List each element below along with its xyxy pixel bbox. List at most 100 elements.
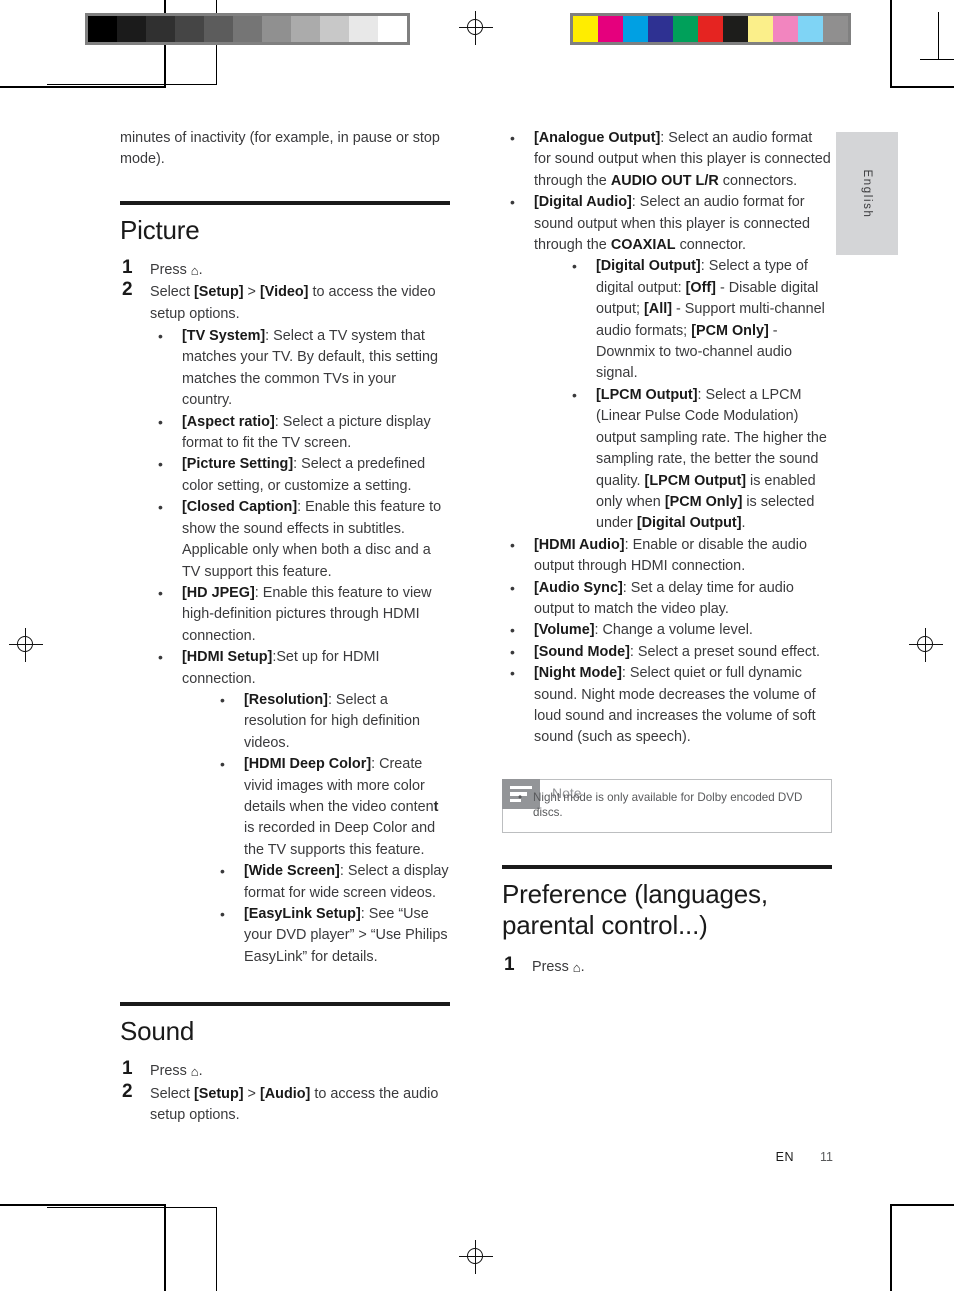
- step-text: Press ⌂.: [150, 1063, 203, 1080]
- page-number: 11: [820, 1150, 833, 1164]
- step-number: 1: [122, 1058, 133, 1080]
- list-item: • [Analogue Output]: Select an audio for…: [502, 128, 832, 192]
- page-title-picture: Picture: [120, 214, 200, 245]
- page-title-preference: Preference (languages, parental control.…: [502, 878, 768, 940]
- step-text: Press ⌂.: [532, 958, 585, 975]
- list-item: • [HDMI Deep Color]: Create vivid images…: [212, 754, 450, 861]
- step-text: Select [Setup] > [Audio] to access the a…: [150, 1085, 439, 1124]
- steps-picture: 1 Press ⌂. 2 Select [Setup] > [Video] to…: [120, 256, 450, 325]
- bullet-dot: •: [510, 665, 515, 682]
- option-term: [Analogue Output]: [534, 130, 661, 146]
- option-term: [Night Mode]: [534, 665, 622, 682]
- connector-label: COAXIAL: [610, 237, 676, 254]
- step-item: 1 Press ⌂.: [120, 256, 450, 281]
- option-desc-glyph: t: [433, 798, 439, 815]
- steps-preference: 1 Press ⌂.: [502, 953, 832, 978]
- language-side-tab: English: [836, 132, 898, 255]
- option-term: [LPCM Output]: [596, 386, 698, 403]
- bullet-dot: •: [572, 386, 577, 403]
- list-item: • [Aspect ratio]: Select a picture displ…: [150, 412, 450, 455]
- option-term: [TV System]: [182, 328, 266, 345]
- step-item: 2 Select [Setup] > [Audio] to access the…: [120, 1080, 450, 1127]
- option-term: [Audio Sync]: [534, 579, 623, 596]
- bullet-dot: •: [510, 194, 515, 211]
- note-list: • Night mode is only available for Dolby …: [515, 790, 819, 820]
- list-item: • [Resolution]: Select a resolution for …: [212, 690, 450, 754]
- bullet-dot: •: [220, 756, 225, 773]
- list-item: • [Night Mode]: Select quiet or full dyn…: [502, 663, 832, 749]
- right-column: • [Analogue Output]: Select an audio for…: [502, 128, 832, 979]
- option-desc: : Select a preset sound effect.: [629, 643, 821, 660]
- locale-code: EN: [775, 1150, 795, 1164]
- step-item: 1 Press ⌂.: [120, 1058, 450, 1082]
- option-desc: : Select a LPCM (Linear Pulse Code Modul…: [596, 386, 827, 532]
- section-sound: Sound 1 Press ⌂. 2 Select [Setup] > [Aud…: [120, 1002, 450, 1126]
- list-item: • [TV System]: Select a TV system that m…: [150, 326, 450, 412]
- option-term: [Closed Caption]: [182, 499, 298, 516]
- home-icon: ⌂: [190, 1064, 199, 1080]
- page-title-sound: Sound: [120, 1016, 195, 1047]
- bullet-dot: •: [220, 691, 225, 708]
- section-rule: [502, 864, 832, 869]
- option-term: [Digital Audio]: [534, 194, 632, 211]
- bullet-dot: •: [158, 649, 163, 666]
- bullet-dot: •: [518, 790, 523, 804]
- list-item: • [Sound Mode]: Select a preset sound ef…: [502, 642, 832, 663]
- section-preference: Preference (languages, parental control.…: [502, 864, 832, 978]
- bullet-dot: •: [510, 622, 515, 639]
- list-item: • [HDMI Audio]: Enable or disable the au…: [502, 535, 832, 578]
- language-side-tab-label: English: [861, 169, 873, 218]
- section-picture: Picture 1 Press ⌂. 2 Select [Setup] > [V…: [120, 200, 450, 968]
- note-text: Night mode is only available for Dolby e…: [533, 790, 803, 819]
- bullet-dot: •: [510, 643, 515, 660]
- option-term: [Digital Output]: [596, 258, 701, 275]
- list-item: • Night mode is only available for Dolby …: [515, 790, 819, 820]
- bullet-dot: •: [510, 579, 515, 596]
- bullet-dot: •: [158, 413, 163, 430]
- list-item: • [Wide Screen]: Select a display format…: [212, 861, 450, 904]
- bullet-dot: •: [158, 584, 163, 601]
- list-item: • [HDMI Setup]:Set up for HDMI connectio…: [150, 647, 450, 968]
- steps-sound: 1 Press ⌂. 2 Select [Setup] > [Audio] to…: [120, 1058, 450, 1127]
- bullet-dot: •: [158, 499, 163, 516]
- bullet-dot: •: [158, 328, 163, 345]
- page-footer: EN 11: [0, 1150, 954, 1164]
- hdmi-setup-sublist: • [Resolution]: Select a resolution for …: [212, 690, 450, 968]
- option-desc-b: connector.: [675, 237, 746, 254]
- audio-options-list: • [Analogue Output]: Select an audio for…: [502, 128, 832, 749]
- digital-audio-sublist: • [Digital Output]: Select a type of dig…: [564, 256, 832, 534]
- step-number: 1: [122, 256, 133, 278]
- step-text: Select [Setup] > [Video] to access the v…: [150, 284, 436, 322]
- step-number: 2: [122, 1080, 133, 1102]
- connector-label: AUDIO OUT L/R: [610, 172, 719, 189]
- option-desc: : Select a type of digital output: [Off]…: [596, 258, 825, 382]
- list-item: • [Volume]: Change a volume level.: [502, 620, 832, 641]
- note-box: Note • Night mode is only available for D…: [502, 778, 832, 833]
- list-item: • [EasyLink Setup]: See “Use your DVD pl…: [212, 904, 450, 968]
- list-item: • [Digital Audio]: Select an audio forma…: [502, 192, 832, 535]
- option-term: [HD JPEG]: [182, 584, 255, 601]
- step-number: 1: [504, 953, 515, 975]
- bullet-dot: •: [572, 258, 577, 275]
- list-item: • [Digital Output]: Select a type of dig…: [564, 256, 832, 384]
- bullet-dot: •: [220, 906, 225, 922]
- left-column: minutes of inactivity (for example, in p…: [120, 128, 450, 1127]
- home-icon: ⌂: [572, 959, 581, 975]
- option-term: [HDMI Audio]: [534, 536, 625, 553]
- picture-options-list: • [TV System]: Select a TV system that m…: [150, 326, 450, 968]
- bullet-dot: •: [158, 456, 163, 473]
- list-item: • [Closed Caption]: Enable this feature …: [150, 497, 450, 583]
- list-item: • [HD JPEG]: Enable this feature to view…: [150, 583, 450, 647]
- bullet-dot: •: [510, 536, 515, 553]
- section-rule: [120, 1002, 450, 1007]
- option-term: [Picture Setting]: [182, 456, 294, 473]
- step-item: 1 Press ⌂.: [502, 953, 832, 978]
- option-term: [EasyLink Setup]: [244, 906, 361, 922]
- option-term: [Resolution]: [244, 691, 328, 708]
- manual-page: English minutes of inactivity (for examp…: [0, 0, 954, 1291]
- step-text: Press ⌂.: [150, 261, 203, 278]
- step-item: 2 Select [Setup] > [Video] to access the…: [120, 279, 450, 325]
- bullet-dot: •: [510, 130, 515, 146]
- option-term: [HDMI Deep Color]: [244, 756, 372, 773]
- step-number: 2: [122, 279, 133, 301]
